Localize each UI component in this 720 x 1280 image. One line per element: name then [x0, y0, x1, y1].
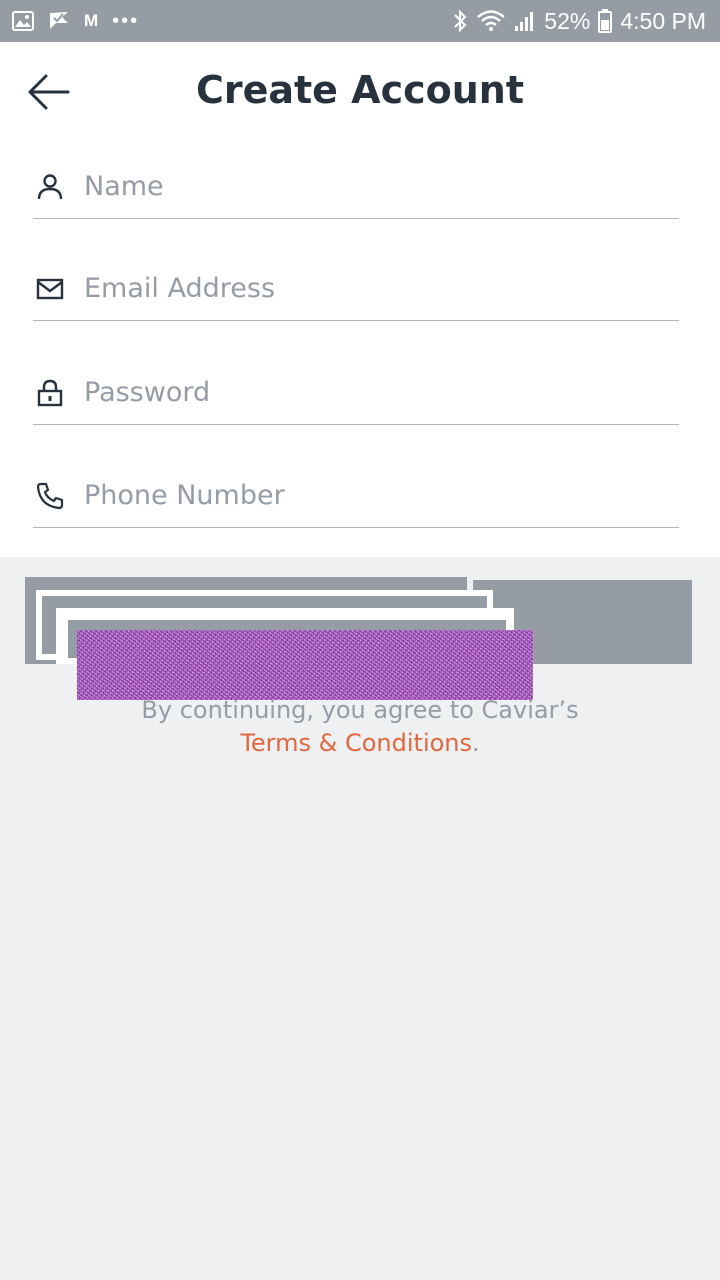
gmail-icon: M	[84, 11, 99, 30]
check-flag-icon	[50, 12, 68, 29]
terms-conditions-link[interactable]: Terms & Conditions	[240, 729, 472, 757]
status-bar-right: 52% 4:50 PM	[452, 0, 706, 42]
redacted-noise	[77, 630, 533, 700]
lock-icon	[37, 379, 63, 407]
terms-period: .	[472, 729, 480, 757]
create-account-form	[0, 142, 720, 557]
more-dots-icon: •••	[112, 9, 140, 32]
signal-icon	[515, 12, 534, 31]
status-bar: M ••• 52% 4:50 PM	[0, 0, 720, 42]
email-input[interactable]	[84, 260, 664, 316]
person-icon	[37, 174, 63, 200]
phone-field-row	[33, 467, 679, 528]
terms-notice: By continuing, you agree to Caviar’s Ter…	[0, 694, 720, 760]
name-field-row	[33, 158, 679, 219]
phone-input[interactable]	[84, 467, 664, 523]
name-input[interactable]	[84, 158, 664, 214]
terms-text: By continuing, you agree to Caviar’s	[141, 696, 579, 724]
gallery-icon	[12, 11, 34, 31]
mail-icon	[36, 278, 64, 300]
wifi-icon	[477, 10, 506, 31]
password-input[interactable]	[84, 364, 664, 420]
battery-icon	[598, 9, 613, 33]
password-field-row	[33, 364, 679, 425]
status-bar-left: M •••	[12, 0, 139, 42]
status-time: 4:50 PM	[620, 7, 706, 34]
email-field-row	[33, 260, 679, 321]
app-header: Create Account	[0, 42, 720, 142]
bluetooth-icon	[454, 9, 467, 33]
battery-percent: 52%	[544, 7, 591, 34]
page-title: Create Account	[195, 68, 525, 112]
phone-icon	[36, 482, 64, 510]
